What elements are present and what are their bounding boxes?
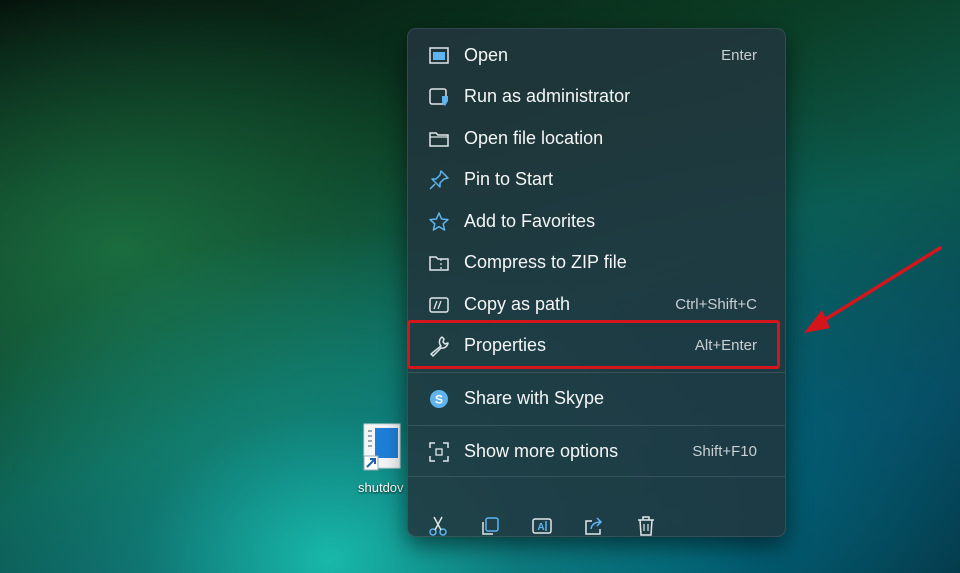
menu-item-compress-to-zip[interactable]: Compress to ZIP file (414, 243, 779, 281)
cut-icon (429, 516, 447, 536)
menu-item-shortcut: Enter (721, 47, 757, 64)
menu-separator (408, 425, 785, 426)
open-window-icon (429, 47, 449, 64)
svg-text:A: A (537, 522, 544, 533)
menu-item-label: Open file location (464, 128, 604, 148)
menu-item-label: Pin to Start (464, 169, 554, 189)
annotation-arrow (804, 246, 942, 333)
delete-button[interactable] (628, 508, 664, 544)
admin-shield-icon (429, 88, 448, 106)
menu-item-label: Copy as path (464, 294, 571, 314)
cut-button[interactable] (420, 508, 456, 544)
menu-item-shortcut: Ctrl+Shift+C (675, 296, 757, 313)
shortcut-file-icon (363, 423, 401, 471)
menu-item-label: Share with Skype (464, 388, 605, 408)
pin-icon (429, 170, 449, 190)
context-menu: Open Enter Run as administrator Open fil… (407, 28, 786, 537)
share-button[interactable] (576, 508, 612, 544)
copy-button[interactable] (472, 508, 508, 544)
svg-text:S: S (435, 393, 443, 407)
copy-path-icon (429, 297, 449, 313)
menu-item-shortcut: Shift+F10 (692, 443, 757, 460)
menu-separator (408, 476, 785, 477)
rename-icon: A (532, 518, 552, 534)
copy-icon (482, 517, 499, 535)
star-icon (429, 212, 449, 231)
rename-button[interactable]: A (524, 508, 560, 544)
menu-item-pin-to-start[interactable]: Pin to Start (414, 160, 779, 198)
menu-item-run-as-administrator[interactable]: Run as administrator (414, 77, 779, 115)
desktop: shutdov Open Enter Run as administrator … (0, 0, 960, 573)
menu-item-label: Open (464, 45, 509, 65)
menu-item-open[interactable]: Open Enter (414, 36, 779, 74)
skype-icon: S (430, 390, 448, 408)
context-menu-toolbar: A (408, 506, 785, 560)
menu-item-share-with-skype[interactable]: S Share with Skype (414, 379, 779, 417)
share-icon (585, 517, 603, 535)
delete-icon (638, 516, 654, 536)
menu-separator (408, 372, 785, 373)
menu-item-label: Show more options (464, 441, 619, 461)
zip-folder-icon (429, 256, 449, 271)
menu-item-copy-as-path[interactable]: Copy as path Ctrl+Shift+C (414, 285, 779, 323)
menu-item-open-file-location[interactable]: Open file location (414, 119, 779, 157)
menu-item-label: Add to Favorites (464, 211, 596, 231)
properties-highlight-box (407, 320, 780, 369)
menu-item-label: Run as administrator (464, 86, 631, 106)
more-options-icon (429, 442, 449, 462)
menu-item-label: Compress to ZIP file (464, 252, 627, 272)
shortcut-label: shutdov (358, 480, 404, 495)
menu-item-show-more-options[interactable]: Show more options Shift+F10 (414, 432, 779, 470)
folder-icon (429, 132, 449, 147)
menu-item-add-to-favorites[interactable]: Add to Favorites (414, 202, 779, 240)
